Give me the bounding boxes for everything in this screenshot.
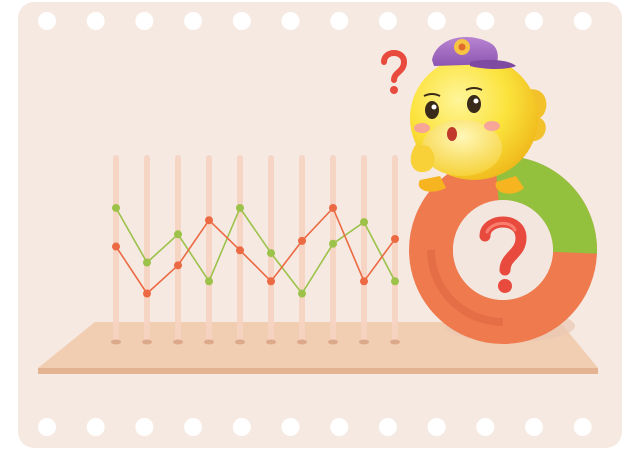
pillar-base xyxy=(390,339,400,345)
pillar-base xyxy=(266,339,276,345)
film-hole xyxy=(86,12,105,30)
chart-pillar xyxy=(175,155,181,342)
pillar-base xyxy=(173,339,183,345)
film-hole xyxy=(525,12,543,30)
film-hole xyxy=(38,418,56,436)
film-hole xyxy=(135,418,154,436)
film-hole xyxy=(525,418,543,436)
series-point-green xyxy=(143,258,151,267)
film-hole xyxy=(378,12,397,30)
pillar-base xyxy=(359,339,369,345)
film-hole xyxy=(184,418,203,436)
film-hole xyxy=(86,418,105,436)
series-point-orange xyxy=(112,242,120,251)
film-hole xyxy=(378,418,397,436)
series-point-green xyxy=(236,203,244,212)
film-hole xyxy=(281,12,300,30)
series-point-green xyxy=(267,249,275,258)
film-hole xyxy=(427,418,446,436)
series-point-green xyxy=(205,277,213,286)
series-point-orange xyxy=(391,235,399,243)
series-point-green xyxy=(360,218,368,227)
series-point-green xyxy=(329,239,337,248)
film-hole xyxy=(476,12,495,30)
film-hole xyxy=(427,12,446,30)
pillar-base xyxy=(111,339,121,345)
film-hole xyxy=(232,418,251,436)
chart-pillar xyxy=(299,155,305,342)
empty-state-illustration xyxy=(0,0,640,456)
illustration-canvas xyxy=(18,2,622,448)
film-hole xyxy=(281,418,300,436)
series-point-orange xyxy=(174,261,182,270)
series-point-green xyxy=(298,289,306,298)
series-point-orange xyxy=(360,277,368,286)
series-point-orange xyxy=(236,246,244,255)
film-hole xyxy=(573,418,592,436)
pillar-base xyxy=(235,339,245,345)
film-hole xyxy=(330,418,349,436)
film-hole xyxy=(330,12,349,30)
film-hole xyxy=(135,12,154,30)
film-hole xyxy=(232,12,251,30)
pillar-base xyxy=(297,339,307,345)
series-point-green xyxy=(112,203,120,212)
series-point-orange xyxy=(329,203,337,212)
series-point-green xyxy=(174,230,182,239)
series-point-orange xyxy=(298,236,306,245)
chart-pillar xyxy=(361,155,367,342)
pillar-base xyxy=(328,339,338,345)
series-point-orange xyxy=(143,289,151,298)
film-hole xyxy=(38,12,56,30)
chart-pillar xyxy=(206,155,212,342)
chart-pillar xyxy=(392,155,398,342)
series-point-orange xyxy=(267,277,275,286)
film-hole xyxy=(573,12,592,30)
series-point-orange xyxy=(205,216,213,225)
film-hole xyxy=(184,12,203,30)
film-hole xyxy=(476,418,495,436)
chart-pillar xyxy=(144,155,150,342)
pillar-base xyxy=(142,339,152,345)
series-point-green xyxy=(391,277,399,286)
pillar-base xyxy=(204,339,214,345)
donut-chart xyxy=(409,156,597,344)
chart-pillar xyxy=(268,155,274,342)
